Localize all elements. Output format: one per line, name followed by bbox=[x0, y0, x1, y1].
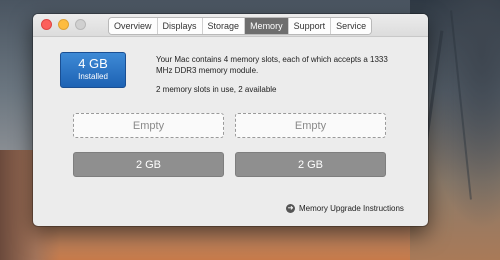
zoom-button[interactable] bbox=[75, 19, 86, 30]
about-this-mac-window: Overview Displays Storage Memory Support… bbox=[33, 14, 428, 226]
memory-panel: 4 GB Installed Your Mac contains 4 memor… bbox=[33, 37, 428, 226]
memory-slot-4: 2 GB bbox=[235, 152, 386, 177]
close-button[interactable] bbox=[41, 19, 52, 30]
slots-summary: 2 memory slots in use, 2 available bbox=[156, 85, 277, 94]
installed-memory-badge: 4 GB Installed bbox=[60, 52, 126, 88]
memory-slot-3: 2 GB bbox=[73, 152, 224, 177]
minimize-button[interactable] bbox=[58, 19, 69, 30]
installed-label: Installed bbox=[78, 72, 108, 81]
tab-storage[interactable]: Storage bbox=[202, 18, 246, 34]
slots-description: Your Mac contains 4 memory slots, each o… bbox=[156, 55, 388, 75]
installed-size: 4 GB bbox=[78, 56, 108, 71]
memory-upgrade-label: Memory Upgrade Instructions bbox=[299, 204, 404, 213]
tab-memory[interactable]: Memory bbox=[245, 18, 289, 34]
tab-support[interactable]: Support bbox=[288, 18, 332, 34]
memory-upgrade-link[interactable]: ➜ Memory Upgrade Instructions bbox=[286, 204, 404, 213]
arrow-right-circle-icon: ➜ bbox=[286, 204, 295, 213]
title-bar[interactable]: Overview Displays Storage Memory Support… bbox=[33, 14, 428, 37]
tab-overview[interactable]: Overview bbox=[109, 18, 158, 34]
tab-service[interactable]: Service bbox=[331, 18, 372, 34]
memory-slot-2: Empty bbox=[235, 113, 386, 138]
tab-bar: Overview Displays Storage Memory Support… bbox=[108, 17, 373, 35]
tab-displays[interactable]: Displays bbox=[157, 18, 203, 34]
memory-slot-1: Empty bbox=[73, 113, 224, 138]
memory-description: Your Mac contains 4 memory slots, each o… bbox=[156, 54, 406, 95]
